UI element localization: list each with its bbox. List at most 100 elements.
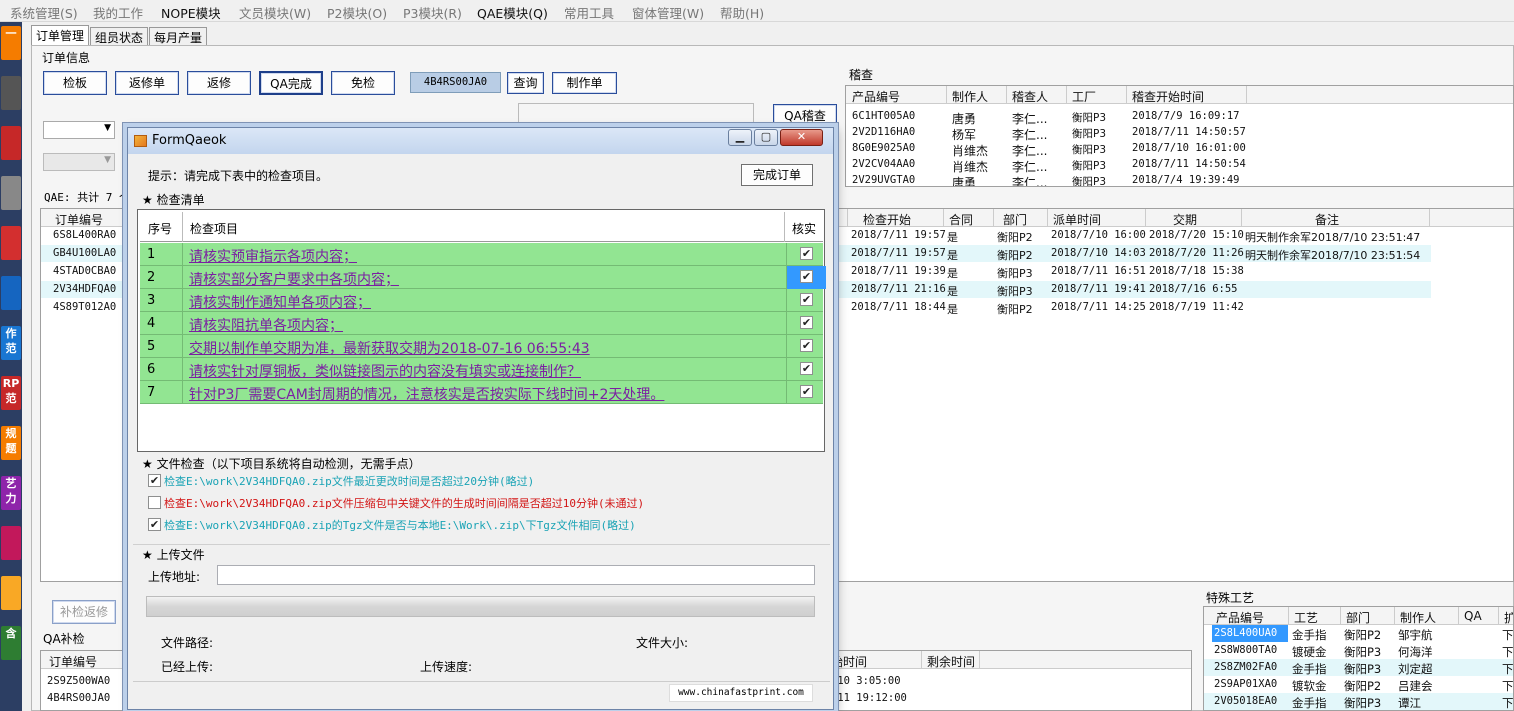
filter-dropdown[interactable]: ▼: [43, 121, 115, 139]
left-tool-icon-3[interactable]: [1, 176, 21, 210]
menu-item-9[interactable]: 帮助(H): [720, 3, 764, 22]
left-tool-icon-8[interactable]: 规题: [1, 426, 21, 460]
qa-done-button[interactable]: QA完成: [259, 71, 323, 95]
checklist-row-text[interactable]: 请核实针对厚铜板，类似链接图示的内容没有填实或连接制作？: [189, 361, 581, 381]
checklist-row[interactable]: 5 交期以制作单交期为准，最新获取交期为2018-07-16 06:55:43 ✔: [140, 335, 823, 358]
left-tool-icon-11[interactable]: [1, 576, 21, 610]
checklist-row-check-cell[interactable]: ✔: [786, 358, 826, 381]
checklist-row-text[interactable]: 请核实阻抗单各项内容；: [189, 315, 343, 335]
checkbox[interactable]: ✔: [800, 293, 813, 306]
dialog-titlebar: FormQaeok ▁ ▢ ✕: [128, 128, 833, 154]
col-sep: [1066, 86, 1067, 104]
menu-item-0[interactable]: 系统管理(S): [10, 3, 78, 22]
audit-cell: 2V2D116HA0: [852, 126, 916, 138]
menu-item-4[interactable]: P2模块(O): [327, 3, 387, 22]
checklist-row-check-cell[interactable]: ✔: [786, 289, 826, 312]
checklist-row-text[interactable]: 请核实部分客户要求中各项内容；: [189, 269, 399, 289]
checkbox[interactable]: ✔: [800, 362, 813, 375]
menu-item-1[interactable]: 我的工作: [93, 3, 143, 22]
left-tool-icon-4[interactable]: [1, 226, 21, 260]
query-button[interactable]: 查询: [507, 72, 544, 94]
fanxiudan-button[interactable]: 返修单: [115, 71, 179, 95]
audit-cell: 肖维杰: [952, 160, 989, 174]
jianban-button[interactable]: 检板: [43, 71, 107, 95]
col-sep: [1126, 86, 1127, 104]
checklist-row[interactable]: 6 请核实针对厚铜板，类似链接图示的内容没有填实或连接制作？ ✔: [140, 358, 823, 381]
order-id-cell: 6S8L400RA0: [53, 229, 117, 241]
checkbox[interactable]: ✔: [800, 339, 813, 352]
file-size-label: 文件大小:: [636, 636, 689, 650]
chevron-down-icon: ▼: [104, 123, 111, 133]
checklist-row[interactable]: 1 请核实预审指示各项内容； ✔: [140, 243, 823, 266]
filter-dropdown-2[interactable]: ▼: [43, 153, 115, 171]
col-sep: [1288, 607, 1289, 625]
audit-cell: 衡阳P3: [1072, 160, 1107, 172]
order-cell: 衡阳P2: [997, 231, 1033, 244]
menu-item-8[interactable]: 窗体管理(W): [632, 3, 704, 22]
checklist-row-text[interactable]: 针对P3厂需要CAM封周期的情况，注意核实是否按实际下线时间+2天处理。: [189, 384, 664, 404]
menu-item-2[interactable]: NOPE模块: [161, 3, 221, 22]
left-tool-icon-2[interactable]: [1, 126, 21, 160]
checklist-row[interactable]: 7 针对P3厂需要CAM封周期的情况，注意核实是否按实际下线时间+2天处理。 ✔: [140, 381, 823, 404]
orders-col-3: 派单时间: [1053, 213, 1102, 227]
left-tool-icon-9[interactable]: 艺力: [1, 476, 21, 510]
checklist-row-check-cell[interactable]: ✔: [786, 243, 826, 266]
special-cell: 谭江: [1398, 696, 1421, 710]
checklist-header: 序号 检查项目 核实: [140, 212, 823, 242]
checklist-row-check-cell[interactable]: ✔: [786, 312, 826, 335]
menu-item-7[interactable]: 常用工具: [564, 3, 614, 22]
order-search-input[interactable]: 4B4RS00JA0: [410, 72, 501, 93]
checklist-row-check-cell[interactable]: ✔: [786, 381, 826, 404]
buji-button[interactable]: 补检返修: [52, 600, 116, 624]
tab-monthly-output[interactable]: 每月产量: [149, 27, 207, 45]
audit-cell: 李仁...: [1012, 128, 1048, 142]
checklist-row-text[interactable]: 请核实制作通知单各项内容；: [189, 292, 371, 312]
special-cell: 衡阳P3: [1344, 662, 1382, 676]
minimize-icon[interactable]: ▁: [728, 129, 752, 146]
checkbox[interactable]: ✔: [800, 247, 813, 260]
file-check-checkbox[interactable]: ✔: [148, 518, 161, 531]
checklist-row-check-cell[interactable]: ✔: [786, 335, 826, 358]
checkbox[interactable]: ✔: [800, 270, 813, 283]
menu-item-3[interactable]: 文员模块(W): [239, 3, 311, 22]
menu-item-5[interactable]: P3模块(R): [403, 3, 462, 22]
finish-order-button[interactable]: 完成订单: [741, 164, 813, 186]
special-cell: 下: [1502, 628, 1514, 642]
tab-order-management[interactable]: 订单管理: [31, 25, 89, 46]
mianjian-button[interactable]: 免检: [331, 71, 395, 95]
tab-member-status[interactable]: 组员状态: [90, 27, 148, 45]
order-id-cell: 2V34HDFQA0: [53, 283, 117, 295]
left-tool-icon-0[interactable]: 一: [1, 26, 21, 60]
left-tool-icon-10[interactable]: [1, 526, 21, 560]
close-icon[interactable]: ✕: [780, 129, 823, 146]
checklist-row[interactable]: 4 请核实阻抗单各项内容； ✔: [140, 312, 823, 335]
file-check-checkbox[interactable]: [148, 496, 161, 509]
left-tool-icon-6[interactable]: 作范: [1, 326, 21, 360]
order-cell: 2018/7/11 14:25: [1051, 301, 1146, 313]
checklist-row-text[interactable]: 交期以制作单交期为准，最新获取交期为2018-07-16 06:55:43: [189, 338, 590, 358]
left-tool-icon-5[interactable]: [1, 276, 21, 310]
left-tool-icon-12[interactable]: 含: [1, 626, 21, 660]
left-tool-icon-7[interactable]: RP范: [1, 376, 21, 410]
menu-item-6[interactable]: QAE模块(Q): [477, 3, 548, 22]
upload-addr-input[interactable]: [217, 565, 815, 585]
checklist-row[interactable]: 3 请核实制作通知单各项内容； ✔: [140, 289, 823, 312]
order-cell: 衡阳P3: [997, 267, 1033, 280]
file-check-checkbox[interactable]: ✔: [148, 474, 161, 487]
order-info-label: 订单信息: [42, 51, 91, 65]
zhizuodan-button[interactable]: 制作单: [552, 72, 617, 94]
audit-cell: 唐勇: [952, 112, 977, 126]
checklist-row[interactable]: 2 请核实部分客户要求中各项内容； ✔: [140, 266, 826, 289]
checklist-row-check-cell[interactable]: ✔: [786, 266, 826, 289]
col-sep: [1458, 607, 1459, 625]
checkbox[interactable]: ✔: [800, 316, 813, 329]
audit-cell: 李仁...: [1012, 112, 1048, 126]
fanxiu-button[interactable]: 返修: [187, 71, 251, 95]
buji-id-cell: 4B4RS00JA0: [47, 692, 111, 704]
order-cell: 2018/7/16 6:55: [1149, 283, 1238, 295]
checkbox[interactable]: ✔: [800, 385, 813, 398]
col-sep: [921, 651, 922, 669]
left-tool-icon-1[interactable]: [1, 76, 21, 110]
checklist-row-text[interactable]: 请核实预审指示各项内容；: [189, 246, 357, 266]
maximize-icon[interactable]: ▢: [754, 129, 778, 146]
